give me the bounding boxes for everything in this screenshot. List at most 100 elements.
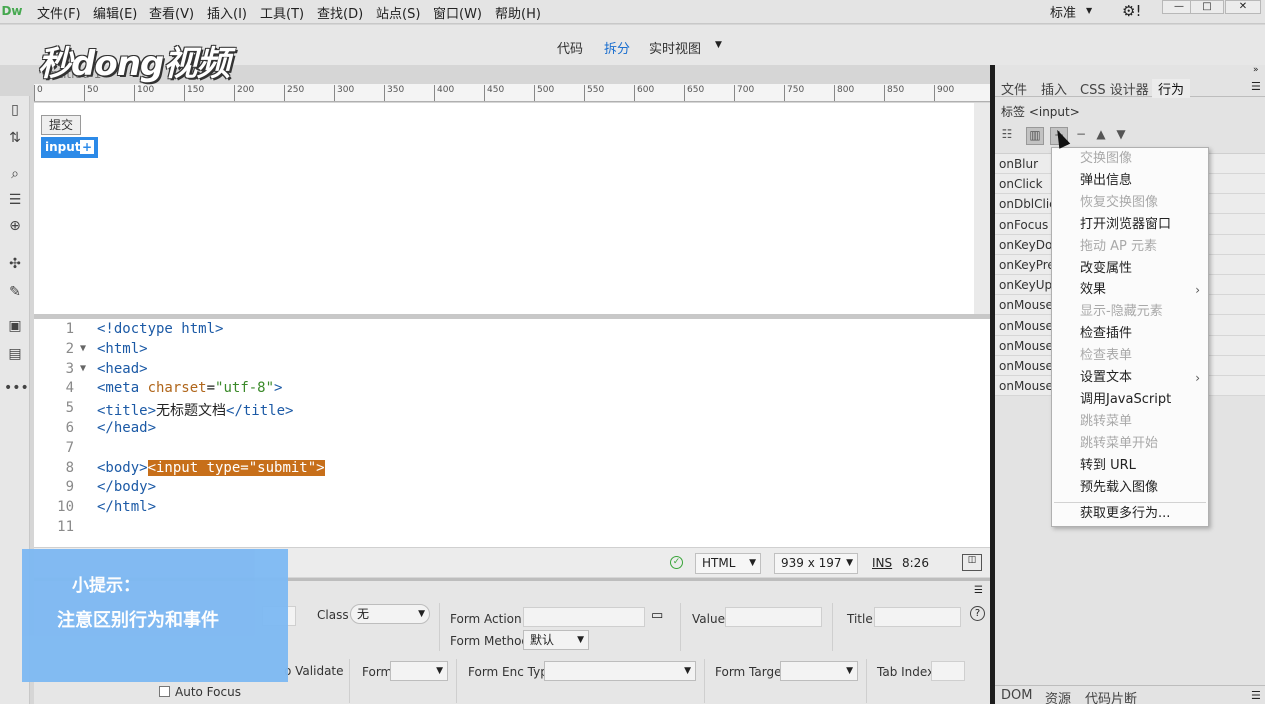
menu-find[interactable]: 查找(D) [317, 3, 363, 22]
submit-button-preview[interactable]: 提交 [41, 115, 81, 135]
menu-tools[interactable]: 工具(T) [260, 3, 304, 22]
preview-icon[interactable]: ◫ [962, 554, 982, 571]
panel-tabs: 文件 插入 CSS 设计器 行为 ☰ [995, 77, 1265, 98]
code-line[interactable]: 7 [34, 440, 990, 460]
tab-behaviors[interactable]: 行为 [1152, 79, 1191, 98]
behavior-menu-item[interactable]: 改变属性 [1052, 258, 1208, 280]
tab-insert[interactable]: 插入 [1041, 79, 1067, 98]
expand-icon[interactable]: ✣ [4, 256, 26, 276]
fold-toggle-icon[interactable]: ▼ [80, 343, 86, 354]
live-view-button[interactable]: 实时视图 [649, 38, 701, 57]
tab-assets[interactable]: 资源 [1045, 688, 1071, 704]
comment-icon[interactable]: ▣ [4, 318, 26, 338]
code-line[interactable]: 10 </html> [34, 499, 990, 519]
move-down-icon[interactable]: ▼ [1112, 127, 1130, 145]
tab-index-input[interactable] [931, 661, 965, 681]
code-line[interactable]: 2 ▼ <html> [34, 341, 990, 361]
code-text: </html> [97, 499, 156, 515]
class-select[interactable]: 无 ▼ [350, 604, 430, 624]
ruler-tick-label: 750 [784, 85, 804, 101]
form-action-input[interactable] [523, 607, 645, 627]
menu-file[interactable]: 文件(F) [37, 3, 81, 22]
panel-collapse-bar[interactable]: » [995, 65, 1265, 77]
snippet-icon[interactable]: ▤ [4, 346, 26, 366]
ruler-tick-label: 700 [734, 85, 754, 101]
value-input[interactable] [725, 607, 822, 627]
menu-window[interactable]: 窗口(W) [433, 3, 482, 22]
code-line[interactable]: 3 ▼ <head> [34, 361, 990, 381]
workspace-switcher[interactable]: 标准 [1050, 2, 1076, 21]
behavior-menu-item[interactable]: 转到 URL [1052, 455, 1208, 477]
code-token: </body> [97, 479, 157, 496]
target-icon[interactable]: ⊕ [4, 218, 26, 238]
show-all-events-icon[interactable]: ▥ [1026, 127, 1044, 145]
behavior-menu-item[interactable]: 调用JavaScript [1052, 389, 1208, 411]
code-line[interactable]: 4 <meta charset="utf-8"> [34, 380, 990, 400]
move-up-icon[interactable]: ▲ [1092, 127, 1110, 145]
behavior-menu-item[interactable]: 效果 › [1052, 279, 1208, 301]
form-method-select[interactable]: 默认 ▼ [523, 630, 589, 650]
maximize-button[interactable]: □ [1190, 0, 1224, 14]
menu-edit[interactable]: 编辑(E) [93, 3, 137, 22]
design-view[interactable]: 提交 input + [34, 103, 974, 314]
tab-dom[interactable]: DOM [1001, 688, 1032, 703]
menu-site[interactable]: 站点(S) [376, 3, 420, 22]
menu-insert[interactable]: 插入(I) [207, 3, 247, 22]
plus-icon[interactable]: + [80, 140, 94, 154]
tag-badge-label: input [45, 140, 81, 154]
behavior-menu-item[interactable]: 打开浏览器窗口 [1052, 214, 1208, 236]
title-input[interactable] [874, 607, 961, 627]
brush-icon[interactable]: ✎ [4, 284, 26, 304]
insert-mode[interactable]: INS [872, 556, 892, 570]
code-view[interactable]: 1 <!doctype html> 2 ▼ <html> 3 ▼ <head> 4 <meta c… [34, 319, 990, 547]
form-target-select[interactable]: ▼ [780, 661, 858, 681]
code-line[interactable]: 6 </head> [34, 420, 990, 440]
behavior-menu-item[interactable]: 预先载入图像 [1052, 477, 1208, 499]
code-line[interactable]: 11 [34, 519, 990, 539]
form-select[interactable]: ▼ [390, 661, 448, 681]
tab-css-designer[interactable]: CSS 设计器 [1080, 79, 1149, 98]
more-icon[interactable]: ••• [4, 380, 29, 400]
document-icon[interactable]: ▯ [4, 102, 26, 122]
panel-menu-icon[interactable]: ☰ [1251, 689, 1261, 702]
get-more-behaviors-item[interactable]: 获取更多行为... [1052, 503, 1208, 525]
behaviors-toolbar: ☷ ▥ + − ▲ ▼ [995, 125, 1265, 147]
behavior-menu-item[interactable]: 设置文本 › [1052, 367, 1208, 389]
menu-item-label: 调用JavaScript [1080, 391, 1172, 407]
folder-icon[interactable]: ▭ [651, 608, 663, 623]
show-set-events-icon[interactable]: ☷ [998, 127, 1016, 145]
menu-view[interactable]: 查看(V) [149, 3, 194, 22]
sort-icon[interactable]: ⇅ [4, 130, 26, 150]
window-size-select[interactable]: 939 x 197 ▼ [774, 553, 858, 574]
form-target-label: Form Target [715, 665, 787, 679]
help-icon[interactable]: ? [970, 606, 985, 621]
design-scrollbar[interactable] [974, 103, 990, 314]
remove-behavior-icon[interactable]: − [1072, 127, 1090, 145]
behavior-menu-item[interactable]: 弹出信息 [1052, 170, 1208, 192]
tab-snippets[interactable]: 代码片断 [1085, 688, 1137, 704]
code-view-button[interactable]: 代码 [557, 38, 583, 57]
code-line[interactable]: 9 </body> [34, 479, 990, 499]
menu-item-label: 跳转菜单 [1080, 413, 1133, 429]
auto-focus-checkbox[interactable] [159, 686, 170, 697]
tab-files[interactable]: 文件 [1001, 79, 1027, 98]
inspect-icon[interactable]: ⌕ [4, 166, 26, 186]
doc-type-select[interactable]: HTML ▼ [695, 553, 761, 574]
behavior-menu-item[interactable]: 检查插件 [1052, 323, 1208, 345]
close-button[interactable]: ✕ [1225, 0, 1261, 14]
menu-help[interactable]: 帮助(H) [495, 3, 541, 22]
gear-icon[interactable]: ⚙! [1122, 2, 1141, 20]
collapse-icon[interactable]: » [1253, 65, 1259, 75]
element-tag-badge[interactable]: input + [41, 137, 98, 158]
fold-toggle-icon[interactable]: ▼ [80, 363, 86, 374]
chevron-down-icon[interactable]: ▼ [715, 40, 722, 50]
code-line[interactable]: 1 <!doctype html> [34, 321, 990, 341]
panel-menu-icon[interactable]: ☰ [974, 585, 983, 596]
split-view-button[interactable]: 拆分 [604, 38, 630, 57]
indent-icon[interactable]: ☰ [4, 192, 26, 212]
code-line[interactable]: 8 <body><input type="submit"> [34, 459, 990, 480]
panel-menu-icon[interactable]: ☰ [1251, 80, 1261, 93]
ruler-tick-label: 100 [134, 85, 154, 101]
form-enc-type-select[interactable]: ▼ [544, 661, 696, 681]
code-line[interactable]: 5 <title>无标题文档</title> [34, 400, 990, 420]
